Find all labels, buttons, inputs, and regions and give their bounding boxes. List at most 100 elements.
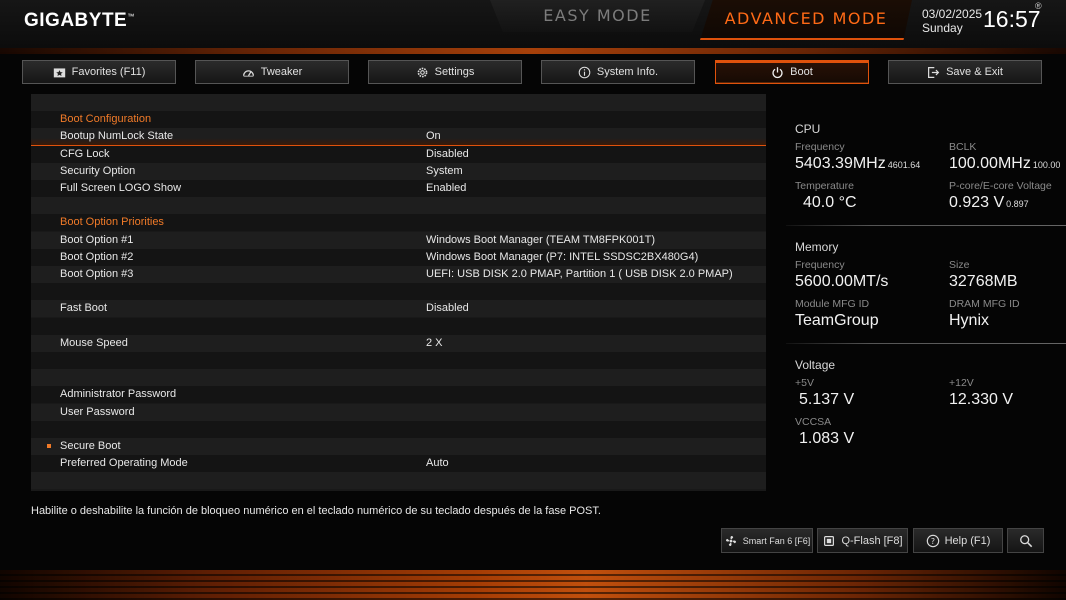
date-text: 03/02/2025 — [922, 7, 983, 21]
setting-value[interactable]: UEFI: USB DISK 2.0 PMAP, Partition 1 ( U… — [426, 266, 733, 283]
v5-label: +5V — [795, 377, 814, 389]
empty-row — [31, 352, 766, 369]
search-button[interactable] — [1007, 528, 1044, 553]
tab-label: Tweaker — [260, 66, 303, 78]
empty-row — [31, 369, 766, 387]
advanced-mode-button[interactable]: ADVANCED MODE — [700, 0, 912, 40]
empty-row — [31, 472, 766, 490]
dram-mfg: Hynix — [949, 312, 990, 329]
setting-row[interactable]: Mouse Speed 2 X — [31, 334, 766, 352]
setting-value[interactable]: Auto — [426, 455, 449, 472]
memory-size-label: Size — [949, 259, 970, 271]
setting-value[interactable]: 2 X — [426, 335, 443, 352]
q-flash-label: Q-Flash [F8] — [841, 534, 903, 547]
setting-row[interactable]: Bootup NumLock State On — [31, 128, 766, 147]
info-icon — [578, 66, 591, 78]
setting-label: Full Screen LOGO Show — [60, 182, 182, 194]
cpu-temp-label: Temperature — [795, 180, 854, 192]
setting-row[interactable]: User Password — [31, 403, 766, 421]
setting-label: Administrator Password — [60, 388, 177, 401]
setting-row[interactable]: Boot Option #1 Windows Boot Manager (TEAM… — [31, 231, 766, 249]
help-text: Habilite o deshabilite la función de blo… — [31, 505, 601, 517]
empty-row — [31, 420, 766, 438]
setting-value[interactable]: Enabled — [426, 180, 466, 197]
setting-row[interactable]: Boot Option #3 UEFI: USB DISK 2.0 PMAP, P… — [31, 266, 766, 283]
tab-save-exit[interactable]: Save & Exit — [888, 60, 1042, 84]
easy-mode-button[interactable]: EASY MODE — [490, 0, 705, 32]
setting-label: Boot Configuration — [60, 113, 152, 126]
v5-value: 5.137 V — [799, 391, 855, 408]
setting-label: Boot Option #2 — [60, 250, 134, 263]
setting-label: Secure Boot — [60, 440, 121, 452]
tab-settings[interactable]: Settings — [368, 60, 522, 84]
empty-row — [31, 197, 766, 215]
setting-label: Bootup NumLock State — [60, 130, 174, 143]
setting-row[interactable]: Fast Boot Disabled — [31, 300, 766, 318]
v12-value: 12.330 V — [949, 391, 1014, 408]
tab-label: Favorites (F11) — [71, 66, 146, 78]
tab-label: Save & Exit — [946, 66, 1003, 78]
bclk-value: 100.00MHz 100.00 — [949, 155, 1061, 172]
vccsa-value: 1.083 V — [799, 430, 855, 447]
advanced-mode-label: ADVANCED MODE — [724, 9, 888, 28]
setting-row[interactable]: Secure Boot — [31, 438, 766, 455]
search-icon — [1019, 534, 1032, 547]
setting-row[interactable]: Preferred Operating Mode Auto — [31, 455, 766, 473]
setting-value[interactable]: Disabled — [426, 146, 469, 163]
day-text: Sunday — [922, 21, 963, 35]
help-icon: ? — [926, 534, 939, 547]
setting-row[interactable]: Boot Option #2 Windows Boot Manager (P7: … — [31, 248, 766, 266]
setting-label: Mouse Speed — [60, 336, 128, 349]
module-mfg-label: Module MFG ID — [795, 298, 870, 310]
clock: 16:57 — [983, 6, 1041, 32]
setting-label: Boot Option #1 — [60, 233, 134, 246]
gauge-icon — [242, 69, 254, 77]
gear-icon — [417, 67, 427, 77]
smart-fan-label: Smart Fan 6 [F6] — [742, 535, 811, 546]
setting-label: CFG Lock — [60, 147, 110, 160]
setting-value[interactable]: Windows Boot Manager (TEAM TM8FPK001T) — [426, 232, 655, 249]
easy-mode-label: EASY MODE — [543, 6, 652, 25]
setting-label: Fast Boot — [60, 302, 108, 315]
tab-favorites[interactable]: Favorites (F11) — [22, 60, 176, 84]
star-folder-icon — [53, 67, 65, 77]
gigabyte-logo: GIGABYTE™ — [24, 10, 135, 31]
smart-fan-button[interactable]: Smart Fan 6 [F6] — [721, 528, 813, 553]
memory-separator — [786, 343, 1066, 344]
setting-row[interactable]: Administrator Password — [31, 386, 766, 404]
settings-panel: Boot Configuration Bootup NumLock State On… — [31, 94, 766, 491]
help-label: Help (F1) — [944, 534, 991, 547]
help-button[interactable]: ? Help (F1) — [913, 528, 1003, 553]
setting-label: Boot Option Priorities — [60, 216, 164, 229]
cpu-title: CPU — [795, 122, 821, 136]
section-header: Boot Configuration — [31, 111, 766, 129]
date-display: 03/02/2025 Sunday — [922, 7, 982, 35]
setting-value[interactable]: Windows Boot Manager (P7: INTEL SSDSC2BX… — [426, 249, 698, 266]
v12-label: +12V — [949, 377, 974, 389]
setting-value[interactable]: On — [426, 128, 441, 145]
memory-frequency-label: Frequency — [795, 259, 845, 271]
setting-label: Boot Option #3 — [60, 268, 134, 280]
tab-system-info[interactable]: System Info. — [541, 60, 695, 84]
tab-label: Boot — [790, 66, 813, 78]
empty-row — [31, 317, 766, 335]
tab-boot[interactable]: Boot — [715, 60, 869, 84]
chip-icon — [824, 535, 835, 546]
exit-icon — [928, 66, 940, 78]
setting-row[interactable]: Full Screen LOGO Show Enabled — [31, 180, 766, 197]
q-flash-button[interactable]: Q-Flash [F8] — [817, 528, 908, 553]
registered-icon: ® — [1035, 1, 1042, 11]
setting-value[interactable]: Disabled — [426, 300, 469, 317]
setting-row[interactable]: Security Option System — [31, 162, 766, 180]
memory-title: Memory — [795, 240, 839, 254]
svg-text:?: ? — [930, 537, 934, 546]
vccsa-label: VCCSA — [795, 416, 832, 428]
section-header: Boot Option Priorities — [31, 214, 766, 232]
setting-value[interactable]: System — [426, 163, 463, 180]
tab-tweaker[interactable]: Tweaker — [195, 60, 349, 84]
module-mfg: TeamGroup — [795, 312, 879, 329]
setting-row[interactable]: CFG Lock Disabled — [31, 145, 766, 163]
power-icon — [772, 66, 783, 78]
dram-mfg-label: DRAM MFG ID — [949, 298, 1020, 310]
voltage-title: Voltage — [795, 358, 836, 372]
